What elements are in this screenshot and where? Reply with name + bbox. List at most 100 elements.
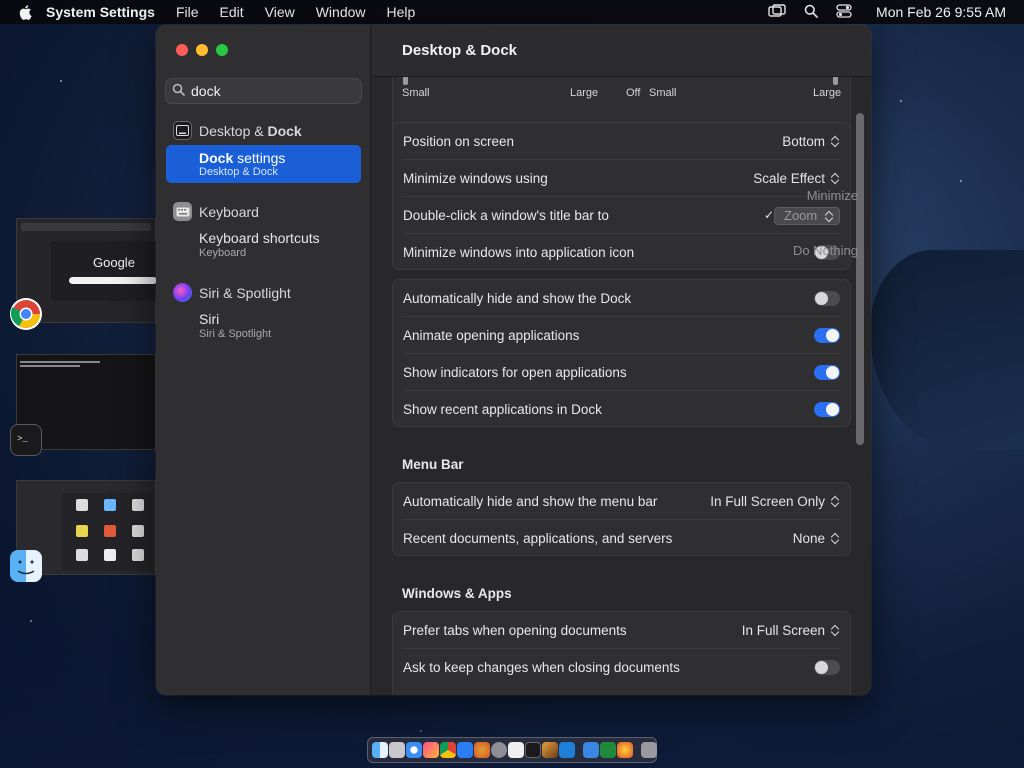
label-plain: Desktop & [199, 122, 268, 139]
show-indicators-toggle[interactable] [814, 365, 840, 380]
section-title-windows-apps: Windows & Apps [402, 586, 512, 601]
sidebar-result-dock-settings[interactable]: Dock settings Desktop & Dock [166, 145, 361, 183]
sidebar-result-siri[interactable]: Siri Siri & Spotlight [199, 311, 271, 340]
result-title: Siri [199, 311, 220, 327]
menu-bar: System Settings File Edit View Window He… [0, 0, 1024, 24]
dock-terminal-icon[interactable] [525, 742, 541, 758]
setting-label: Automatically hide and show the menu bar [403, 494, 658, 509]
thumbnail-page [51, 241, 156, 301]
popup-option-do-nothing[interactable]: Do Nothing [793, 243, 858, 258]
chrome-app-icon[interactable] [10, 298, 42, 330]
setting-row-recent-documents: Recent documents, applications, and serv… [393, 520, 850, 557]
setting-row-show-recent: Show recent applications in Dock [393, 391, 850, 428]
section-title-menu-bar: Menu Bar [402, 457, 464, 472]
dock-finder-icon[interactable] [372, 742, 388, 758]
menu-edit[interactable]: Edit [220, 4, 244, 20]
file-icon [76, 549, 88, 561]
sidebar-item-keyboard[interactable]: Keyboard [173, 202, 259, 221]
windows-apps-group: Prefer tabs when opening documents In Fu… [392, 611, 851, 695]
result-title: Dock settings [199, 150, 285, 166]
menu-bar-group: Automatically hide and show the menu bar… [392, 482, 851, 556]
animate-opening-toggle[interactable] [814, 328, 840, 343]
system-settings-window: Desktop & Dock Dock settings Desktop & D… [156, 25, 871, 695]
setting-row-autohide-dock: Automatically hide and show the Dock [393, 280, 850, 317]
content-header: Desktop & Dock [372, 25, 871, 77]
show-recent-toggle[interactable] [814, 402, 840, 417]
dock-app-icon[interactable] [617, 742, 633, 758]
setting-label: Automatically hide and show the Dock [403, 291, 632, 306]
page-title: Desktop & Dock [402, 42, 518, 59]
setting-row-position: Position on screen Bottom [393, 123, 850, 160]
file-icon [104, 499, 116, 511]
prefer-tabs-popup-button[interactable]: In Full Screen [742, 623, 840, 638]
file-icon [76, 525, 88, 537]
apple-menu-icon[interactable] [18, 4, 32, 20]
dock-safari-icon[interactable] [406, 742, 422, 758]
setting-row-autohide-menubar: Automatically hide and show the menu bar… [393, 483, 850, 520]
dock-brush-app-icon[interactable] [542, 742, 558, 758]
menu-bar-clock[interactable]: Mon Feb 26 9:55 AM [876, 4, 1006, 20]
recent-documents-popup-button[interactable]: None [793, 531, 840, 546]
autohide-dock-toggle[interactable] [814, 291, 840, 306]
dock-chrome-icon[interactable] [440, 742, 456, 758]
search-input[interactable] [191, 83, 372, 99]
result-subtitle: Keyboard [199, 247, 247, 259]
finder-app-icon[interactable] [10, 550, 42, 582]
dock-firefox-icon[interactable] [474, 742, 490, 758]
popup-option-minimize[interactable]: Minimize [807, 188, 858, 203]
close-button[interactable] [176, 44, 188, 56]
menu-file[interactable]: File [176, 4, 199, 20]
setting-label: Show recent applications in Dock [403, 402, 602, 417]
sidebar-search-field[interactable] [165, 78, 379, 104]
autohide-menubar-popup-button[interactable]: In Full Screen Only [710, 494, 840, 509]
popup-value: In Full Screen [741, 623, 825, 638]
spotlight-search-icon[interactable] [804, 4, 818, 21]
menu-window[interactable]: Window [316, 4, 366, 20]
dock-excel-icon[interactable] [600, 742, 616, 758]
popup-value: Bottom [782, 134, 825, 149]
chevron-updown-icon [825, 210, 834, 223]
result-title-bold: Dock [199, 150, 234, 166]
ask-keep-changes-toggle[interactable] [814, 660, 840, 675]
setting-label: Recent documents, applications, and serv… [403, 531, 673, 546]
keyboard-icon [173, 202, 192, 221]
minimize-button[interactable] [196, 44, 208, 56]
dock-app-store-icon[interactable] [457, 742, 473, 758]
setting-label: Double-click a window's title bar to [403, 208, 609, 223]
thumbnail-toolbar [21, 223, 151, 231]
sidebar-item-label: Siri & Spotlight [199, 284, 291, 301]
app-name-menu[interactable]: System Settings [46, 4, 155, 20]
popup-option-zoom[interactable]: Zoom [784, 208, 817, 223]
sidebar-item-desktop-dock[interactable]: Desktop & Dock [173, 121, 302, 140]
toggle-knob [826, 366, 839, 379]
vertical-scrollbar[interactable] [856, 113, 864, 445]
result-title-rest: settings [233, 150, 286, 166]
dock-system-settings-icon[interactable] [491, 742, 507, 758]
dock-trash-icon[interactable] [641, 742, 657, 758]
position-popup-button[interactable]: Bottom [782, 134, 840, 149]
screen-mirroring-icon[interactable] [768, 3, 786, 21]
zoom-button[interactable] [216, 44, 228, 56]
setting-label: Minimize windows using [403, 171, 548, 186]
sidebar-result-keyboard-shortcuts[interactable]: Keyboard shortcuts Keyboard [199, 230, 320, 259]
dock-launchpad-icon[interactable] [389, 742, 405, 758]
setting-label: Show indicators for open applications [403, 365, 627, 380]
desktop-landmass [870, 250, 1024, 450]
terminal-app-icon[interactable]: >_ [10, 424, 42, 456]
dock-textedit-icon[interactable] [508, 742, 524, 758]
menu-view[interactable]: View [265, 4, 295, 20]
popup-value: None [792, 531, 825, 546]
sidebar-item-siri-spotlight[interactable]: Siri & Spotlight [173, 283, 291, 302]
dock-photos-icon[interactable] [423, 742, 439, 758]
setting-label: Ask to keep changes when closing documen… [403, 660, 680, 675]
dock-vscode-icon[interactable] [559, 742, 575, 758]
chevron-updown-icon [831, 532, 840, 545]
menu-help[interactable]: Help [387, 4, 416, 20]
sidebar-item-label: Keyboard [199, 203, 259, 220]
control-center-icon[interactable] [836, 3, 852, 21]
setting-row-show-indicators: Show indicators for open applications [393, 354, 850, 391]
dock-onedrive-icon[interactable] [583, 742, 599, 758]
setting-label: Prefer tabs when opening documents [403, 623, 627, 638]
desktop-dock-icon [173, 121, 192, 140]
setting-label: Minimize windows into application icon [403, 245, 635, 260]
